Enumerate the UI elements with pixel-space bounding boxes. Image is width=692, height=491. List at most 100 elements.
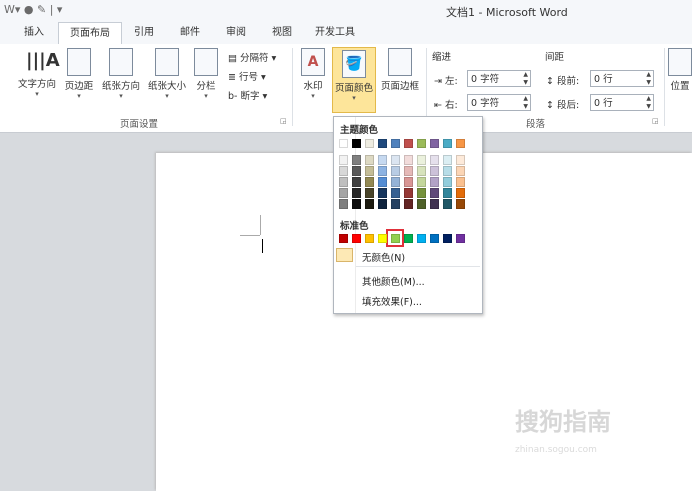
spinner-icon[interactable]: ▲ ▼ [646,71,651,87]
theme-shade-swatch[interactable] [417,166,426,176]
indent-left-input[interactable]: 0 字符 ▲ ▼ [467,70,531,87]
theme-shade-swatch[interactable] [404,188,413,198]
theme-shade-swatch[interactable] [365,188,374,198]
theme-shade-swatch[interactable] [339,166,348,176]
tab-page-layout[interactable]: 页面布局 [58,22,122,45]
theme-shade-swatch[interactable] [378,188,387,198]
theme-shade-swatch[interactable] [391,155,400,165]
theme-shade-swatch[interactable] [430,188,439,198]
theme-shade-swatch[interactable] [417,188,426,198]
theme-shade-swatch[interactable] [352,177,361,187]
theme-shade-swatch[interactable] [391,188,400,198]
theme-shade-swatch[interactable] [430,199,439,209]
theme-shade-swatch[interactable] [378,166,387,176]
standard-color-swatch[interactable] [352,234,361,243]
theme-shade-swatch[interactable] [339,177,348,187]
theme-shade-swatch[interactable] [339,155,348,165]
theme-shade-swatch[interactable] [456,177,465,187]
spinner-icon[interactable]: ▲ ▼ [523,95,528,111]
hyphenation-button[interactable]: b- 断字 ▾ [228,88,267,102]
theme-shade-swatch[interactable] [417,177,426,187]
tab-view[interactable]: 视图 [262,22,302,43]
theme-shade-swatch[interactable] [404,155,413,165]
theme-shade-swatch[interactable] [404,177,413,187]
theme-color-swatch[interactable] [430,139,439,148]
theme-shade-swatch[interactable] [443,199,452,209]
standard-color-swatch[interactable] [339,234,348,243]
position-button[interactable]: 位置 [668,46,692,92]
theme-shade-swatch[interactable] [456,199,465,209]
spinner-icon[interactable]: ▲ ▼ [646,95,651,111]
theme-shade-swatch[interactable] [365,199,374,209]
theme-shade-swatch[interactable] [456,188,465,198]
theme-shade-swatch[interactable] [352,199,361,209]
standard-color-swatch[interactable] [417,234,426,243]
tab-insert[interactable]: 插入 [14,22,54,43]
theme-shade-swatch[interactable] [352,155,361,165]
watermark-button[interactable]: A 水印 ▾ [298,46,328,100]
columns-button[interactable]: 分栏 ▾ [192,46,220,100]
theme-shade-swatch[interactable] [365,177,374,187]
spacing-before-input[interactable]: 0 行 ▲ ▼ [590,70,654,87]
theme-shade-swatch[interactable] [430,166,439,176]
spinner-icon[interactable]: ▲ ▼ [523,71,528,87]
standard-color-swatch[interactable] [404,234,413,243]
theme-shade-swatch[interactable] [443,155,452,165]
theme-color-swatch[interactable] [339,139,348,148]
standard-color-swatch[interactable] [443,234,452,243]
theme-color-swatch[interactable] [443,139,452,148]
theme-shade-swatch[interactable] [417,199,426,209]
theme-shade-swatch[interactable] [456,155,465,165]
theme-shade-swatch[interactable] [352,188,361,198]
no-color-item[interactable]: 无颜色(N) [362,250,405,264]
tab-mailings[interactable]: 邮件 [170,22,210,43]
theme-shade-swatch[interactable] [391,199,400,209]
theme-shade-swatch[interactable] [443,166,452,176]
more-colors-item[interactable]: 其他颜色(M)... [362,274,425,288]
text-direction-button[interactable]: |||A 文字方向 ▾ [14,46,60,98]
theme-color-swatch[interactable] [378,139,387,148]
tab-references[interactable]: 引用 [124,22,164,43]
orientation-button[interactable]: 纸张方向 ▾ [98,46,144,100]
standard-color-swatch[interactable] [456,234,465,243]
theme-shade-swatch[interactable] [430,177,439,187]
dialog-launcher-icon[interactable]: ◲ [652,117,659,125]
indent-right-input[interactable]: 0 字符 ▲ ▼ [467,94,531,111]
theme-color-swatch[interactable] [456,139,465,148]
theme-shade-swatch[interactable] [443,177,452,187]
theme-color-swatch[interactable] [417,139,426,148]
theme-shade-swatch[interactable] [443,188,452,198]
theme-shade-swatch[interactable] [417,155,426,165]
breaks-button[interactable]: ▤ 分隔符 ▾ [228,50,276,64]
line-numbers-button[interactable]: ≣ 行号 ▾ [228,69,266,83]
size-button[interactable]: 纸张大小 ▾ [144,46,190,100]
theme-shade-swatch[interactable] [339,199,348,209]
page-color-button[interactable]: 🪣 页面颜色 ▾ [332,47,376,113]
standard-color-swatch[interactable] [430,234,439,243]
theme-shade-swatch[interactable] [365,155,374,165]
theme-shade-swatch[interactable] [404,199,413,209]
theme-shade-swatch[interactable] [352,166,361,176]
theme-color-swatch[interactable] [404,139,413,148]
page-borders-button[interactable]: 页面边框 [378,46,422,92]
quick-access-toolbar[interactable]: W▾ ● ✎ | ▾ [4,3,62,16]
standard-color-swatch[interactable] [365,234,374,243]
standard-color-swatch[interactable] [378,234,387,243]
theme-shade-swatch[interactable] [404,166,413,176]
theme-shade-swatch[interactable] [456,166,465,176]
theme-shade-swatch[interactable] [378,155,387,165]
theme-shade-swatch[interactable] [378,177,387,187]
dialog-launcher-icon[interactable]: ◲ [280,117,287,125]
theme-shade-swatch[interactable] [365,166,374,176]
margins-button[interactable]: 页边距 ▾ [60,46,98,100]
theme-shade-swatch[interactable] [339,188,348,198]
spacing-after-input[interactable]: 0 行 ▲ ▼ [590,94,654,111]
theme-shade-swatch[interactable] [430,155,439,165]
theme-shade-swatch[interactable] [378,199,387,209]
standard-color-swatch[interactable] [391,234,400,243]
theme-shade-swatch[interactable] [391,177,400,187]
theme-shade-swatch[interactable] [391,166,400,176]
tab-developer[interactable]: 开发工具 [307,22,363,43]
tab-review[interactable]: 审阅 [216,22,256,43]
theme-color-swatch[interactable] [391,139,400,148]
